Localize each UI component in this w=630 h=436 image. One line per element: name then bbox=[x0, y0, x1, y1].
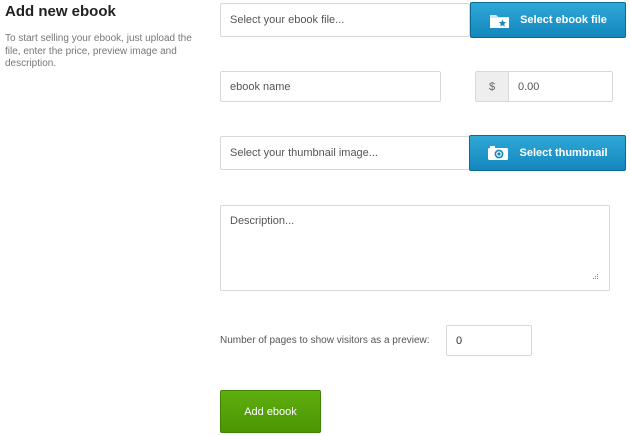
ebook-name-placeholder: ebook name bbox=[230, 80, 291, 93]
resize-handle-icon[interactable] bbox=[592, 271, 599, 279]
preview-pages-input[interactable]: 0 bbox=[446, 325, 532, 356]
ebook-file-field[interactable]: Select your ebook file... bbox=[220, 3, 470, 37]
currency-symbol-text: $ bbox=[488, 80, 496, 93]
thumbnail-placeholder: Select your thumbnail image... bbox=[230, 147, 378, 159]
folder-star-icon bbox=[489, 12, 510, 29]
select-thumbnail-button[interactable]: Select thumbnail bbox=[469, 135, 626, 171]
preview-pages-value: 0 bbox=[456, 334, 463, 347]
description-placeholder: Description... bbox=[230, 215, 295, 227]
page-title: Add new ebook bbox=[5, 3, 116, 20]
preview-pages-label: Number of pages to show visitors as a pr… bbox=[220, 335, 430, 346]
camera-icon bbox=[487, 145, 509, 161]
price-input[interactable]: 0.00 bbox=[508, 71, 613, 102]
add-ebook-button[interactable]: Add ebook bbox=[220, 390, 321, 433]
ebook-file-placeholder: Select your ebook file... bbox=[230, 14, 345, 26]
select-thumbnail-label: Select thumbnail bbox=[519, 147, 608, 159]
intro-description: To start selling your ebook, just upload… bbox=[5, 33, 192, 69]
description-textarea[interactable]: Description... bbox=[220, 205, 610, 291]
add-ebook-page: Add new ebook To start selling your eboo… bbox=[0, 0, 630, 436]
intro-panel: Add new ebook To start selling your eboo… bbox=[5, 3, 195, 71]
add-ebook-label: Add ebook bbox=[244, 405, 297, 418]
select-ebook-file-button[interactable]: Select ebook file bbox=[470, 2, 626, 38]
select-ebook-file-label: Select ebook file bbox=[520, 14, 607, 26]
ebook-name-input[interactable]: ebook name bbox=[220, 71, 441, 102]
price-placeholder: 0.00 bbox=[518, 80, 540, 93]
thumbnail-file-field[interactable]: Select your thumbnail image... bbox=[220, 136, 470, 170]
currency-symbol: $ bbox=[475, 71, 508, 102]
